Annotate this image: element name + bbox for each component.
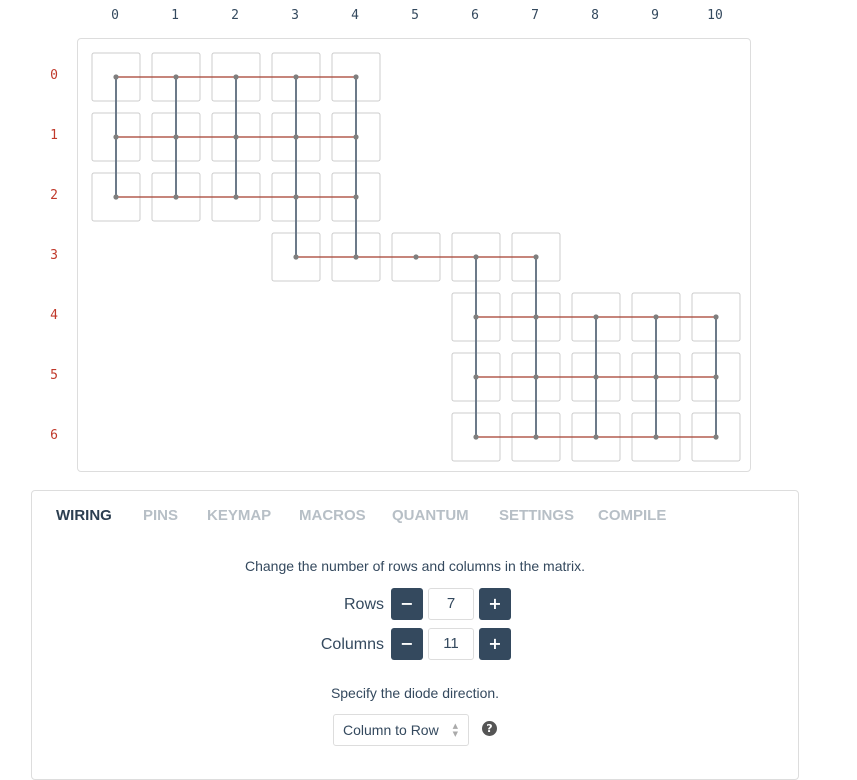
wire-node bbox=[113, 194, 119, 200]
columns-decrement-button[interactable]: − bbox=[391, 628, 423, 660]
wire-node bbox=[533, 434, 539, 440]
minus-icon: − bbox=[400, 594, 414, 613]
wire-node bbox=[413, 254, 419, 260]
column-label: 7 bbox=[531, 8, 539, 23]
wire-node bbox=[353, 194, 359, 200]
wire-node bbox=[173, 134, 179, 140]
wire-node bbox=[473, 434, 479, 440]
row-label: 0 bbox=[50, 68, 58, 83]
wire-node bbox=[233, 134, 239, 140]
columns-label: Columns bbox=[320, 636, 384, 653]
column-label: 10 bbox=[707, 8, 723, 23]
tab-pins[interactable]: PINS bbox=[143, 507, 178, 524]
row-label: 1 bbox=[50, 128, 58, 143]
wire-node bbox=[713, 374, 719, 380]
wire-node bbox=[233, 74, 239, 80]
rows-increment-button[interactable]: + bbox=[479, 588, 511, 620]
diode-direction-hint: Specify the diode direction. bbox=[330, 685, 500, 701]
wire-node bbox=[173, 74, 179, 80]
wire-node bbox=[533, 374, 539, 380]
wiring-matrix bbox=[91, 52, 741, 462]
wire-node bbox=[113, 74, 119, 80]
minus-icon: − bbox=[400, 634, 414, 653]
wire-node bbox=[293, 134, 299, 140]
wire-node bbox=[473, 314, 479, 320]
row-label: 6 bbox=[50, 428, 58, 443]
wire-node bbox=[293, 194, 299, 200]
rows-value[interactable]: 7 bbox=[428, 588, 474, 620]
wire-node bbox=[653, 434, 659, 440]
tab-settings[interactable]: SETTINGS bbox=[499, 507, 574, 524]
tab-wiring[interactable]: WIRING bbox=[56, 507, 112, 524]
rows-decrement-button[interactable]: − bbox=[391, 588, 423, 620]
wire-node bbox=[293, 254, 299, 260]
row-label: 4 bbox=[50, 308, 58, 323]
tab-quantum[interactable]: QUANTUM bbox=[392, 507, 469, 524]
row-label: 2 bbox=[50, 188, 58, 203]
question-circle-icon[interactable]: ? bbox=[482, 721, 497, 736]
wire-node bbox=[593, 374, 599, 380]
column-label: 1 bbox=[171, 8, 179, 23]
wire-node bbox=[353, 134, 359, 140]
rows-label: Rows bbox=[343, 596, 384, 613]
columns-value[interactable]: 11 bbox=[428, 628, 474, 660]
wire-node bbox=[533, 314, 539, 320]
columns-increment-button[interactable]: + bbox=[479, 628, 511, 660]
diode-direction-value: Column to Row bbox=[343, 722, 439, 738]
wire-node bbox=[593, 314, 599, 320]
wire-node bbox=[533, 254, 539, 260]
diode-direction-select[interactable]: Column to Row ▲ ▼ bbox=[333, 714, 469, 746]
column-label: 2 bbox=[231, 8, 239, 23]
column-label: 6 bbox=[471, 8, 479, 23]
matrix-size-hint: Change the number of rows and columns in… bbox=[244, 558, 586, 574]
select-arrows-icon: ▲ ▼ bbox=[452, 722, 458, 738]
wire-node bbox=[173, 194, 179, 200]
wire-node bbox=[293, 74, 299, 80]
plus-icon: + bbox=[488, 634, 502, 653]
column-label: 5 bbox=[411, 8, 419, 23]
tab-compile[interactable]: COMPILE bbox=[598, 507, 666, 524]
wire-node bbox=[653, 374, 659, 380]
wire-node bbox=[353, 254, 359, 260]
tab-macros[interactable]: MACROS bbox=[299, 507, 366, 524]
column-label: 8 bbox=[591, 8, 599, 23]
wire-node bbox=[653, 314, 659, 320]
tab-keymap[interactable]: KEYMAP bbox=[207, 507, 271, 524]
config-panel: WIRING PINS KEYMAP MACROS QUANTUM SETTIN… bbox=[31, 490, 799, 780]
row-label: 3 bbox=[50, 248, 58, 263]
wire-node bbox=[473, 374, 479, 380]
wire-node bbox=[473, 254, 479, 260]
column-label: 9 bbox=[651, 8, 659, 23]
column-label: 0 bbox=[111, 8, 119, 23]
column-label: 4 bbox=[351, 8, 359, 23]
matrix-panel bbox=[77, 38, 751, 472]
wire-node bbox=[713, 314, 719, 320]
wire-node bbox=[353, 74, 359, 80]
wire-node bbox=[113, 134, 119, 140]
row-label: 5 bbox=[50, 368, 58, 383]
wire-node bbox=[233, 194, 239, 200]
plus-icon: + bbox=[488, 594, 502, 613]
column-label: 3 bbox=[291, 8, 299, 23]
wire-node bbox=[713, 434, 719, 440]
wire-node bbox=[593, 434, 599, 440]
